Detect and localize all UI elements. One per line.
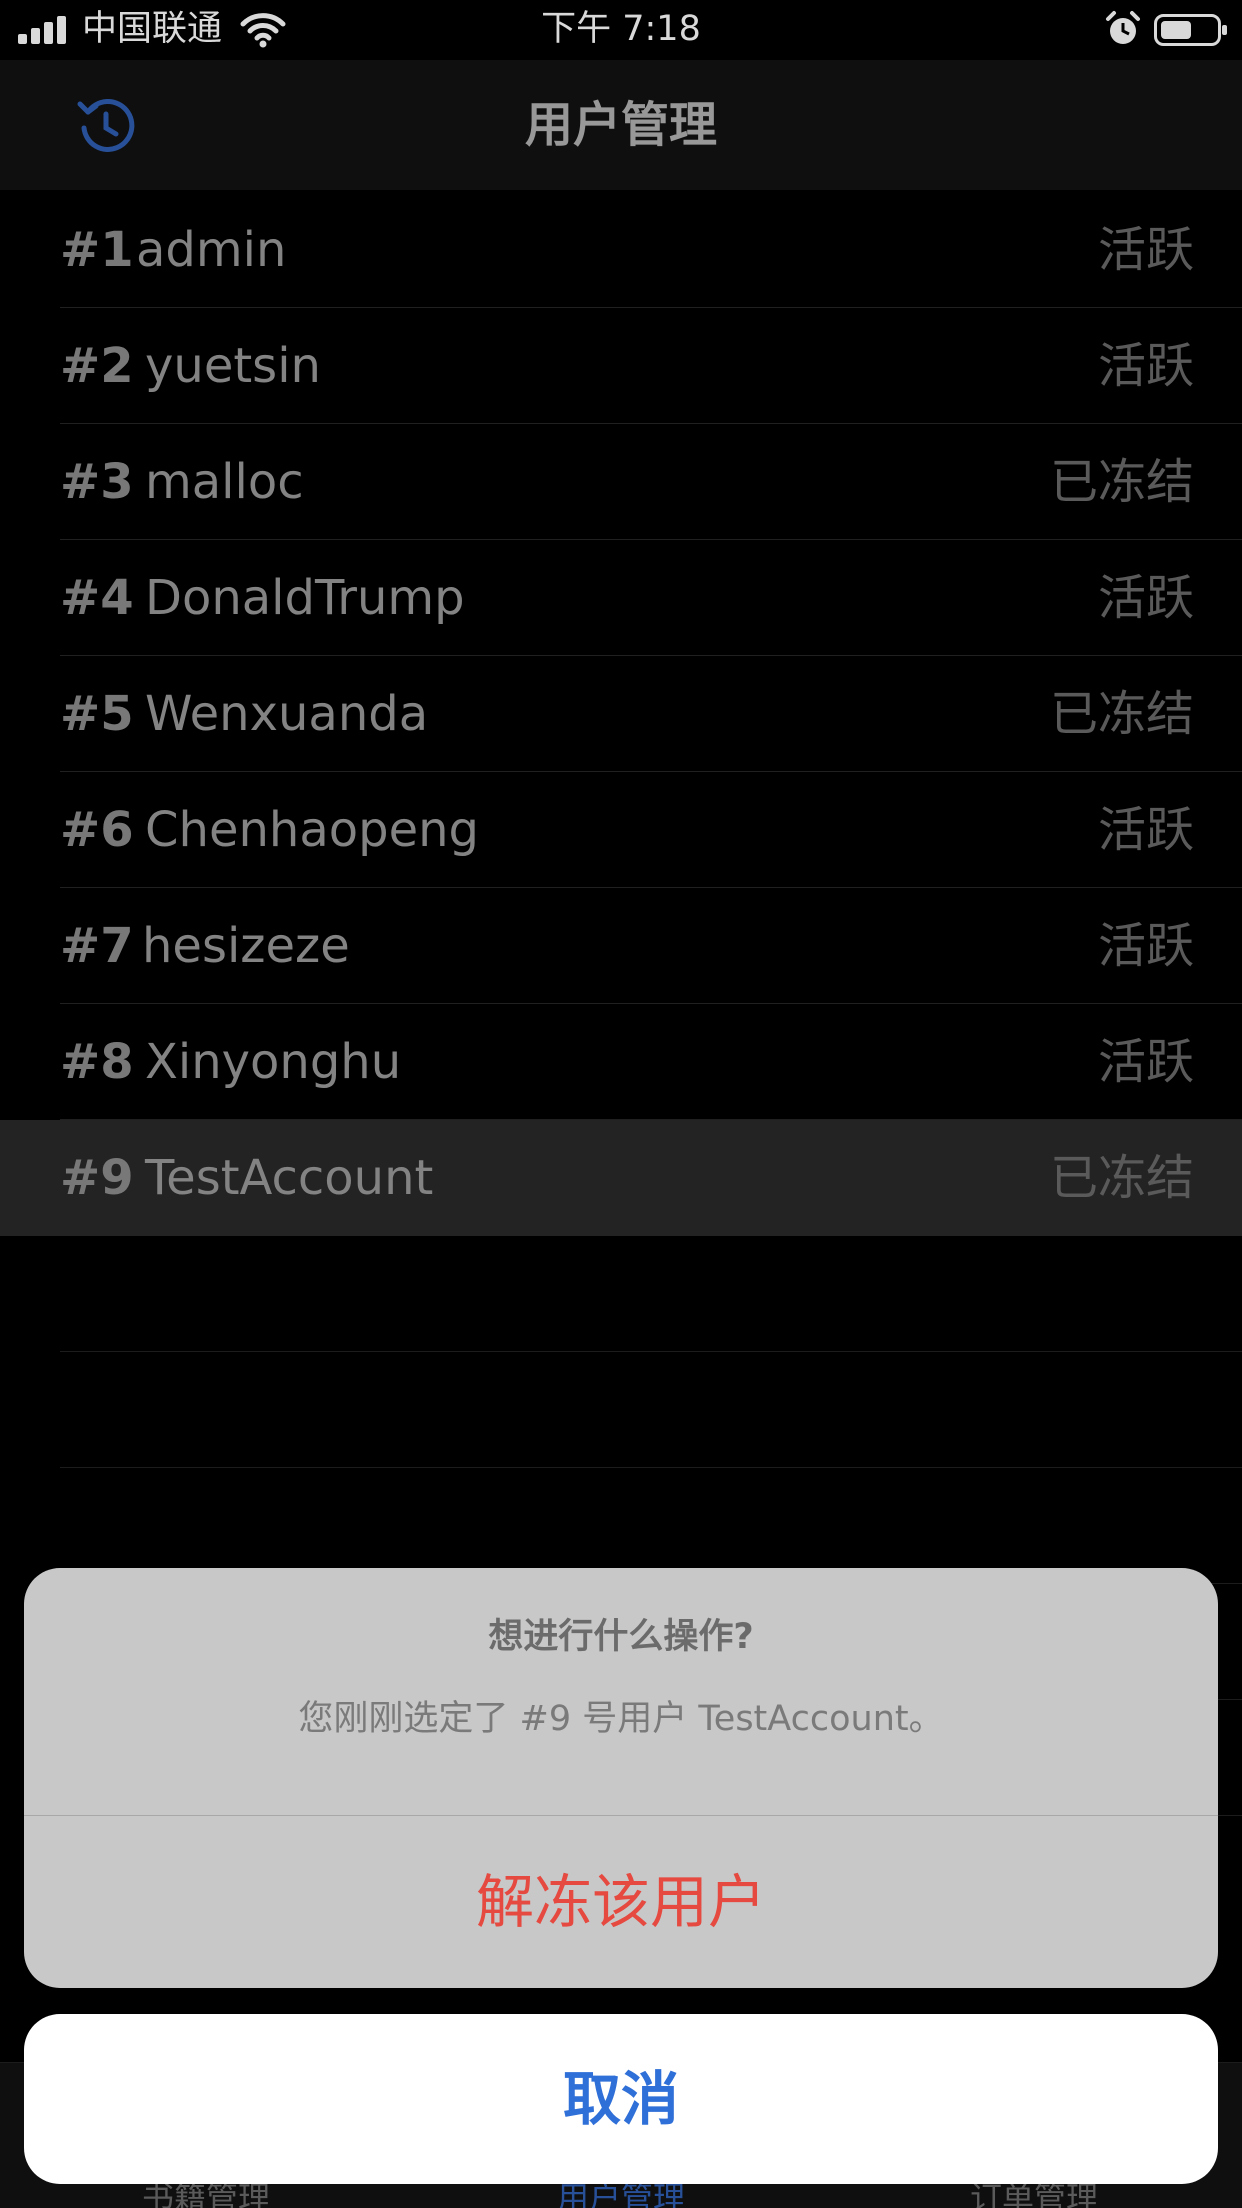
cancel-button[interactable]: 取消 [24,2014,1218,2184]
action-sheet-title: 想进行什么操作? [488,1617,754,1657]
unfreeze-user-button[interactable]: 解冻该用户 [24,1816,1218,1988]
action-sheet-message: 您刚刚选定了 #9 号用户 TestAccount。 [298,1699,944,1739]
screen: 中国联通 下午 7:18 用户管理 #1 admin 活跃 #2 yuetsin… [0,0,1242,2208]
action-sheet: 想进行什么操作? 您刚刚选定了 #9 号用户 TestAccount。 解冻该用… [24,1568,1218,1988]
